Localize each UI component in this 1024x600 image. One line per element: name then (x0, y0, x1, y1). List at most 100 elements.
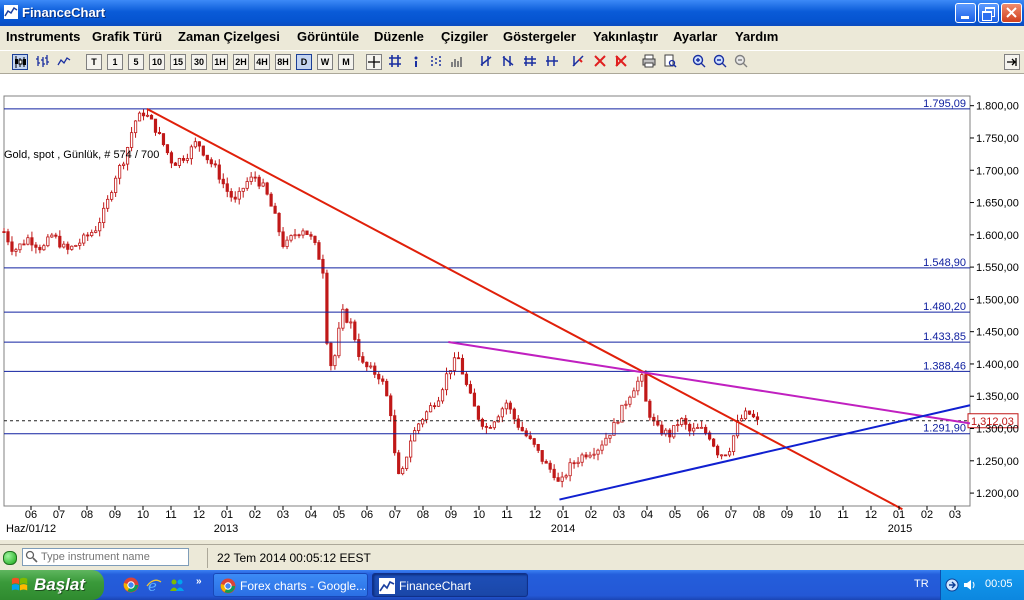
clock[interactable]: 00:05 (985, 578, 1013, 590)
candlestick-chart-button[interactable] (12, 54, 28, 70)
instrument-search-box[interactable] (22, 548, 189, 566)
x-tick-label: 06 (361, 509, 373, 521)
delete-line-button[interactable] (592, 54, 608, 70)
candle (620, 404, 624, 423)
print-button[interactable] (641, 54, 657, 70)
candle (723, 454, 728, 457)
level-label: 1.433,85 (923, 331, 966, 343)
ie-quicklaunch-icon[interactable]: e (146, 577, 162, 593)
info-button[interactable] (408, 54, 424, 70)
candlestick-icon (15, 56, 26, 68)
y-tick-label: 1.700,00 (976, 165, 1019, 177)
start-label: Başlat (34, 575, 86, 594)
chart-area[interactable]: 1.795,09 1.548,90 1.480,20 1.433,85 1.388,46… (0, 74, 1024, 540)
timeframe-10m[interactable]: 10 (149, 54, 165, 70)
zoom-out-icon (713, 54, 727, 68)
quicklaunch-more-icon[interactable]: » (196, 576, 202, 587)
y-tick-label: 1.400,00 (976, 359, 1019, 371)
edit-lines-button[interactable] (570, 54, 586, 70)
task-forex-charts[interactable]: Forex charts - Google... (213, 573, 368, 597)
delete-all-lines-button[interactable] (613, 54, 629, 70)
candle (201, 145, 205, 157)
zoom-out-button[interactable] (712, 54, 728, 70)
pin-panel-button[interactable] (1004, 54, 1020, 70)
grid-button[interactable] (387, 54, 403, 70)
timeframe-daily[interactable]: D (296, 54, 312, 70)
candle (305, 230, 309, 236)
x-tick-label: 12 (865, 509, 877, 521)
timeframe-monthly[interactable]: M (338, 54, 354, 70)
x-sublabel: 2015 (888, 523, 912, 535)
menu-settings[interactable]: Ayarlar (673, 29, 717, 44)
data-points-button[interactable] (428, 54, 444, 70)
arrow-tray-icon[interactable] (945, 578, 959, 592)
y-tick-label: 1.800,00 (976, 101, 1019, 113)
start-button[interactable]: Başlat (0, 570, 104, 600)
draw-fibo-button[interactable] (522, 54, 538, 70)
language-indicator[interactable]: TR (914, 578, 929, 590)
menu-zoom[interactable]: Yakınlaştır (593, 29, 658, 44)
timeframe-1h[interactable]: 1H (212, 54, 228, 70)
timeframe-tick[interactable]: T (86, 54, 102, 70)
x-sublabel: Haz/01/12 (6, 523, 56, 535)
system-tray: 00:05 (940, 570, 1024, 600)
timeframe-1m[interactable]: 1 (107, 54, 123, 70)
messenger-quicklaunch-icon[interactable] (169, 577, 185, 593)
level-label: 1.388,46 (923, 360, 966, 372)
x-tick-label: 08 (81, 509, 93, 521)
candle (317, 240, 321, 260)
line-chart-button[interactable] (56, 54, 72, 70)
candle (393, 409, 397, 456)
menu-view[interactable]: Görüntüle (297, 29, 359, 44)
level-label: 1.480,20 (923, 301, 966, 313)
menu-indicators[interactable]: Göstergeler (503, 29, 576, 44)
info-icon (414, 56, 418, 67)
menu-help[interactable]: Yardım (735, 29, 778, 44)
timeframe-30m[interactable]: 30 (191, 54, 207, 70)
level-label: 1.548,90 (923, 257, 966, 269)
zoom-reset-button[interactable] (733, 54, 749, 70)
x-tick-label: 03 (613, 509, 625, 521)
draw-channel-button[interactable] (500, 54, 516, 70)
window-title: FinanceChart (22, 5, 106, 20)
ohlc-bar-icon (36, 55, 49, 67)
menu-chart-type[interactable]: Grafik Türü (92, 29, 162, 44)
volume-button[interactable] (449, 54, 465, 70)
y-tick-label: 1.550,00 (976, 262, 1019, 274)
candle (440, 387, 445, 404)
volume-tray-icon[interactable] (962, 578, 976, 592)
menu-lines[interactable]: Çizgiler (441, 29, 488, 44)
task-financechart[interactable]: FinanceChart (372, 573, 528, 597)
candle (345, 307, 349, 324)
x-tick-label: 07 (389, 509, 401, 521)
channel-tool-icon (502, 56, 514, 66)
draw-trendline-button[interactable] (478, 54, 494, 70)
crosshair-button[interactable] (366, 54, 382, 70)
menu-timeframe[interactable]: Zaman Çizelgesi (178, 29, 280, 44)
timeframe-15m[interactable]: 15 (170, 54, 186, 70)
minimize-button[interactable] (955, 3, 976, 23)
menu-instruments[interactable]: Instruments (6, 29, 80, 44)
y-tick-label: 1.300,00 (976, 424, 1019, 436)
menu-edit[interactable]: Düzenle (374, 29, 424, 44)
draw-hline-button[interactable] (544, 54, 560, 70)
timeframe-5m[interactable]: 5 (128, 54, 144, 70)
bar-chart-button[interactable] (34, 54, 50, 70)
timeframe-weekly[interactable]: W (317, 54, 333, 70)
zoom-in-button[interactable] (691, 54, 707, 70)
instrument-search-input[interactable] (41, 550, 185, 564)
print-preview-button[interactable] (662, 54, 678, 70)
close-button[interactable] (1001, 3, 1022, 23)
chrome-quicklaunch-icon[interactable] (123, 577, 139, 593)
timeframe-4h[interactable]: 4H (254, 54, 270, 70)
timeframe-2h[interactable]: 2H (233, 54, 249, 70)
timeframe-8h[interactable]: 8H (275, 54, 291, 70)
task-forex-label: Forex charts - Google... (240, 579, 367, 593)
price-chart[interactable]: 1.795,09 1.548,90 1.480,20 1.433,85 1.388,46… (0, 74, 1024, 540)
candle (353, 319, 357, 342)
trendline-tool-icon (480, 56, 492, 66)
fibonacci-tool-icon (524, 56, 536, 66)
zoom-in-icon (692, 54, 706, 68)
restore-button[interactable] (978, 3, 999, 23)
x-tick-label: 01 (893, 509, 905, 521)
